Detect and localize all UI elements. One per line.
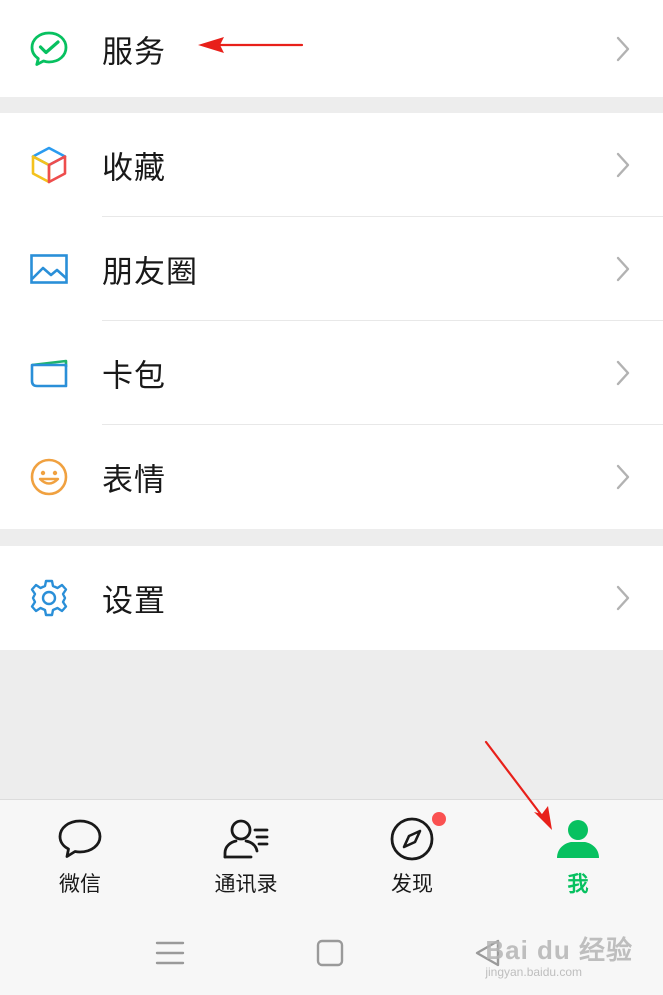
- card-wallet-icon: [28, 352, 70, 394]
- sticker-smiley-icon: [28, 456, 70, 498]
- menu-item-services[interactable]: 服务: [0, 0, 663, 97]
- tab-discover[interactable]: 发现: [332, 800, 492, 912]
- favorites-cube-icon: [28, 144, 70, 186]
- tab-label: 我: [567, 872, 589, 896]
- chevron-right-icon: [616, 585, 630, 611]
- discover-compass-icon: [390, 817, 434, 861]
- menu-item-label: 服务: [102, 34, 166, 70]
- menu-item-moments[interactable]: 朋友圈: [0, 217, 663, 321]
- watermark-url: jingyan.baidu.com: [485, 965, 583, 979]
- settings-gear-icon: [28, 577, 70, 619]
- tab-contacts[interactable]: 通讯录: [166, 800, 326, 912]
- bottom-tab-bar: 微信 通讯录 发现 我: [0, 799, 663, 911]
- home-square-icon[interactable]: [310, 933, 350, 973]
- features-group: 收藏 朋友圈 卡包 表情: [0, 113, 663, 529]
- me-person-icon: [557, 820, 599, 858]
- watermark-main: Bai du 经验: [485, 935, 633, 965]
- menu-item-stickers[interactable]: 表情: [0, 425, 663, 529]
- settings-group: 设置: [0, 546, 663, 650]
- chat-bubble-icon: [58, 819, 102, 858]
- tab-label: 通讯录: [214, 872, 278, 896]
- notification-dot: [432, 812, 446, 826]
- menu-item-label: 收藏: [102, 150, 166, 187]
- tab-me[interactable]: 我: [498, 800, 658, 912]
- tab-label: 发现: [391, 872, 433, 896]
- menu-item-label: 表情: [102, 462, 166, 499]
- tab-label: 微信: [59, 872, 101, 896]
- menu-item-label: 设置: [102, 583, 166, 620]
- wechat-pay-icon: [28, 28, 70, 70]
- menu-item-settings[interactable]: 设置: [0, 546, 663, 650]
- tab-chats[interactable]: 微信: [0, 800, 160, 912]
- services-group: 服务: [0, 0, 663, 97]
- menu-item-card-wallet[interactable]: 卡包: [0, 321, 663, 425]
- chevron-right-icon: [616, 360, 630, 386]
- menu-item-label: 卡包: [102, 358, 166, 395]
- menu-item-favorites[interactable]: 收藏: [0, 113, 663, 217]
- menu-icon[interactable]: [150, 933, 190, 973]
- baidu-jingyan-watermark: Bai du 经验 jingyan.baidu.com: [485, 930, 633, 979]
- moments-picture-icon: [28, 248, 70, 290]
- menu-item-label: 朋友圈: [102, 254, 198, 291]
- chevron-right-icon: [616, 36, 630, 61]
- contacts-icon: [223, 819, 269, 859]
- chevron-right-icon: [616, 256, 630, 282]
- chevron-right-icon: [616, 464, 630, 490]
- chevron-right-icon: [616, 152, 630, 178]
